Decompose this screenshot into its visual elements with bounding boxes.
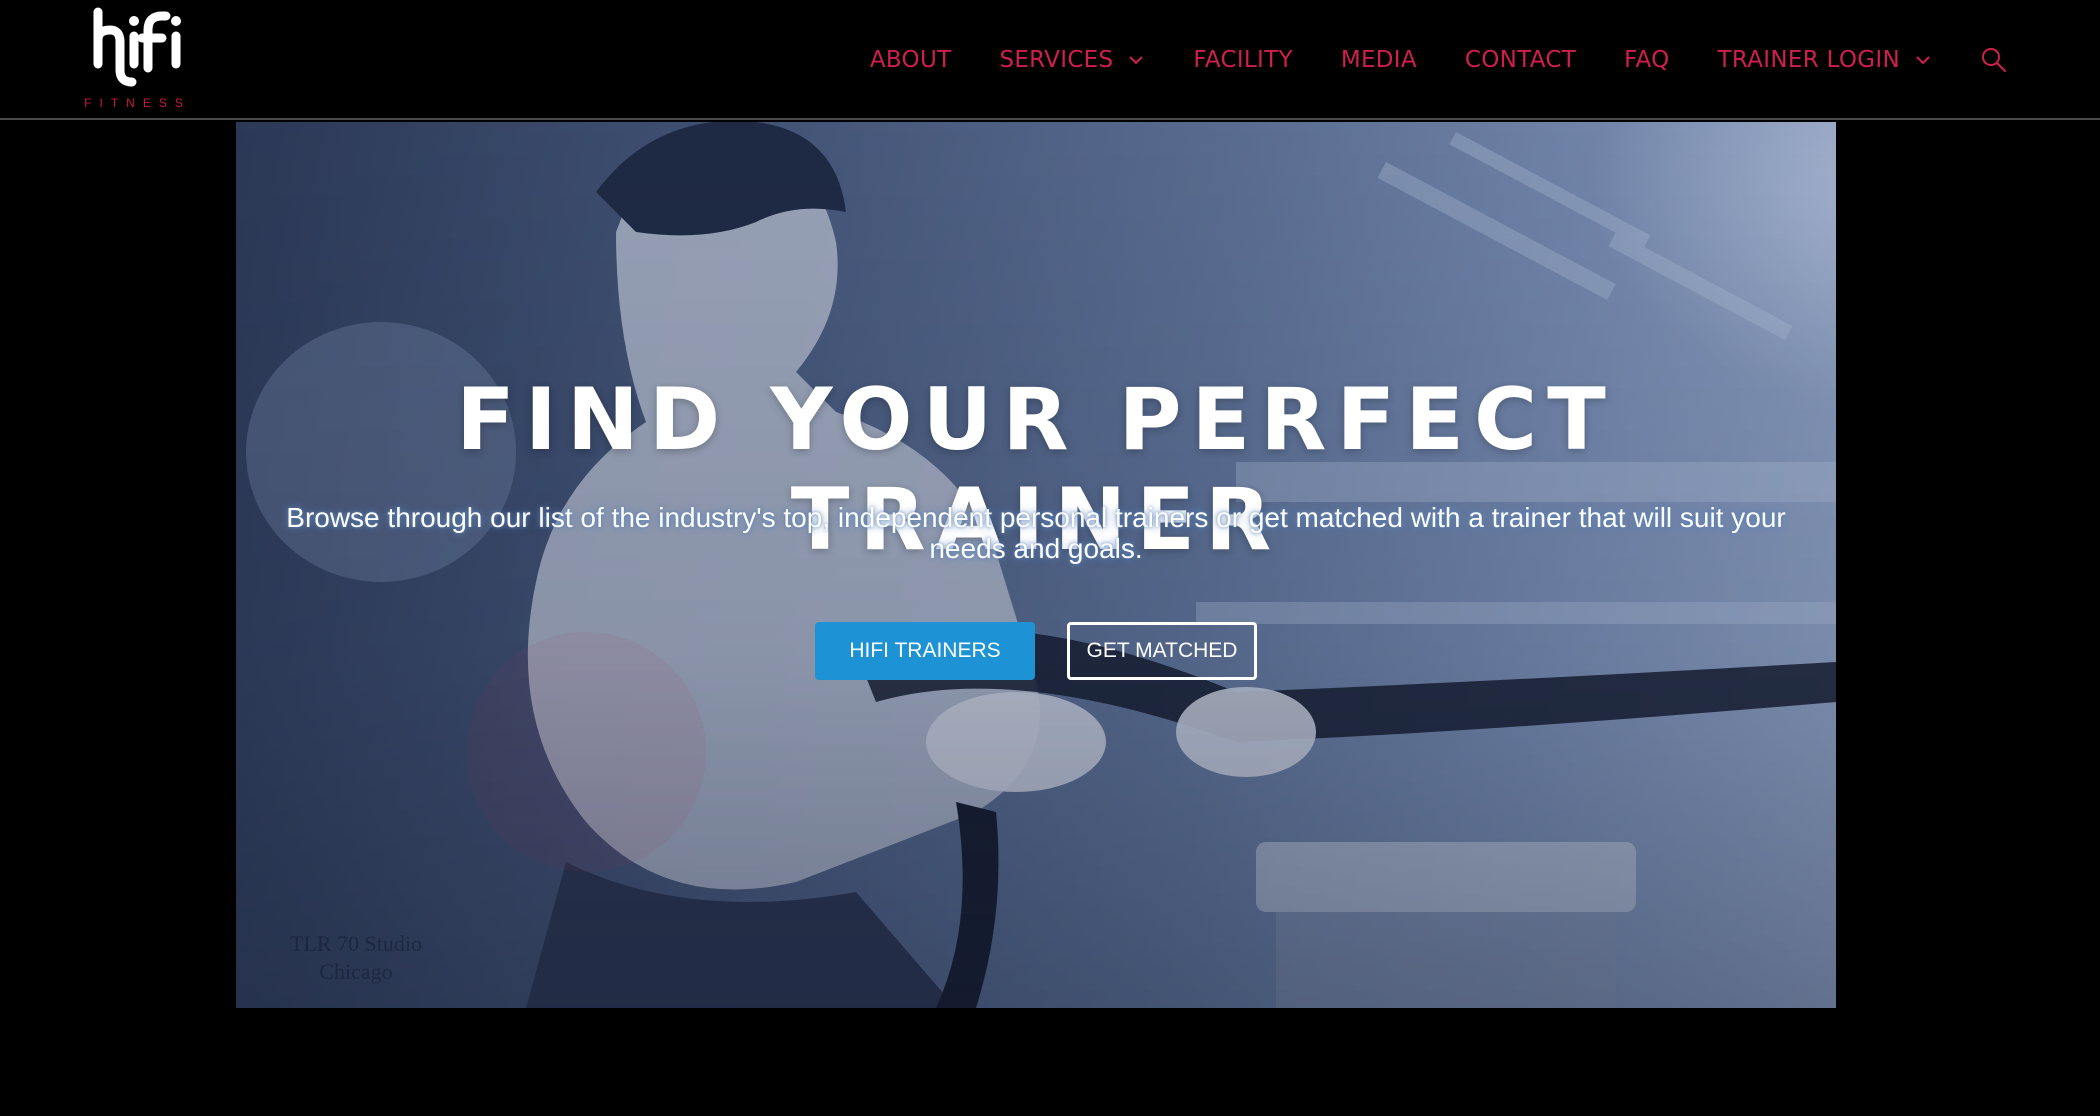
nav-item-label: SERVICES: [999, 47, 1114, 73]
site-header: FITNESS ABOUT SERVICES FACILITY MEDIA CO…: [0, 0, 2100, 120]
nav-item-label: ABOUT: [869, 47, 952, 73]
hifi-wordmark-icon: [93, 7, 181, 87]
nav-item-services[interactable]: SERVICES: [999, 47, 1145, 73]
nav-item-faq[interactable]: FAQ: [1624, 47, 1669, 73]
logo-tagline: FITNESS: [84, 96, 191, 110]
chevron-down-icon: [1916, 56, 1930, 65]
hifi-logo[interactable]: FITNESS: [80, 6, 195, 110]
hero-subtitle: Browse through our list of the industry'…: [286, 502, 1786, 564]
hero-section: FIND YOUR PERFECT TRAINER Browse through…: [236, 122, 1836, 1008]
hifi-trainers-button[interactable]: HIFI TRAINERS: [815, 622, 1035, 680]
nav-item-trainer-login[interactable]: TRAINER LOGIN: [1718, 47, 1932, 73]
nav-item-facility[interactable]: FACILITY: [1193, 47, 1292, 73]
hero-actions: HIFI TRAINERS GET MATCHED: [236, 622, 1836, 680]
nav-item-label: FAQ: [1624, 47, 1670, 73]
nav-item-contact[interactable]: CONTACT: [1465, 47, 1576, 73]
nav-item-label: CONTACT: [1464, 47, 1577, 73]
nav-item-media[interactable]: MEDIA: [1341, 47, 1417, 73]
nav-item-label: TRAINER LOGIN: [1717, 47, 1900, 73]
main-nav: ABOUT SERVICES FACILITY MEDIA CONTACT FA…: [870, 38, 2008, 82]
nav-item-about[interactable]: ABOUT: [870, 47, 952, 73]
nav-item-label: FACILITY: [1193, 47, 1293, 73]
studio-watermark: TLR 70 Studio Chicago: [289, 931, 422, 984]
nav-item-label: MEDIA: [1340, 47, 1417, 73]
search-icon[interactable]: [1980, 46, 2008, 74]
get-matched-button[interactable]: GET MATCHED: [1067, 622, 1257, 680]
chevron-down-icon: [1129, 56, 1144, 65]
